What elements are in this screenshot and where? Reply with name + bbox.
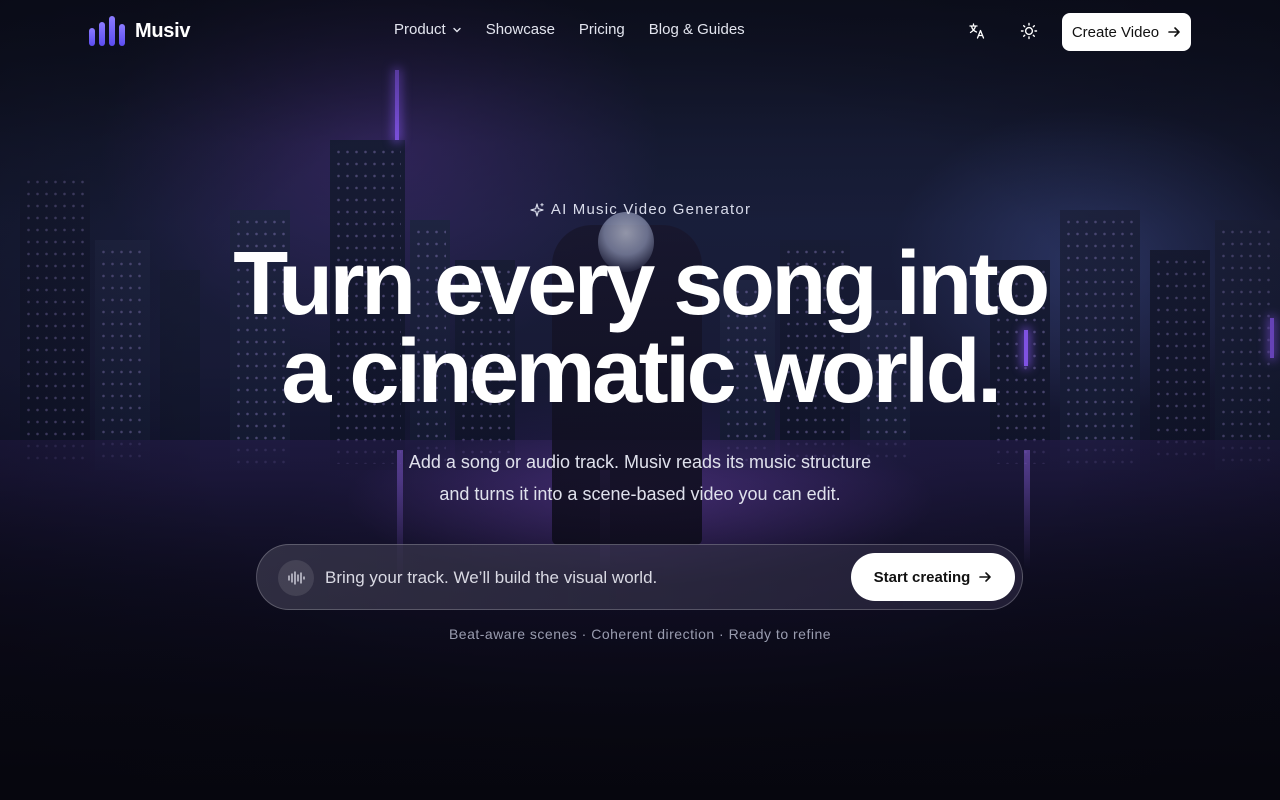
sun-icon [1020,22,1038,40]
start-creating-button[interactable]: Start creating [851,553,1015,601]
arrow-right-icon [1168,27,1180,37]
translate-icon [969,23,985,39]
nav-product-label: Product [394,21,446,38]
hero-subtitle: Add a song or audio track. Musiv reads i… [0,446,1280,510]
arrow-right-icon [979,572,992,582]
language-button[interactable] [966,20,988,42]
top-nav: Musiv Product Showcase Pricing Blog & Gu… [0,0,1280,62]
nav-pricing-link[interactable]: Pricing [579,21,625,38]
audio-upload-button[interactable] [278,560,314,596]
track-prompt-bar: Start creating [256,544,1023,610]
sparkle-icon [530,202,544,217]
brand-name: Musiv [135,19,191,42]
nav-blog-link[interactable]: Blog & Guides [649,21,745,38]
hero-badge: AI Music Video Generator [0,201,1280,218]
hero-headline-line-2: a cinematic world. [281,322,1002,422]
brand-logo[interactable]: Musiv [89,16,190,46]
audio-waveform-icon [288,571,305,585]
theme-toggle-button[interactable] [1018,20,1040,42]
hero-headline: Turn every song into a cinematic world. [0,234,1280,422]
feature-highlights: Beat-aware scenes · Coherent direction ·… [448,626,832,642]
nav-links: Product Showcase Pricing Blog & Guides [394,21,745,38]
nav-product-menu[interactable]: Product [394,21,462,38]
hero-badge-label: AI Music Video Generator [550,201,752,218]
track-prompt-input[interactable] [325,563,825,593]
hero-subtitle-line-2: and turns it into a scene-based video yo… [439,484,841,504]
logo-icon [89,16,125,46]
nav-showcase-link[interactable]: Showcase [486,21,555,38]
start-creating-label: Start creating [873,568,971,586]
hero-headline-line-1: Turn every song into [233,234,1050,334]
create-video-label: Create Video [1071,23,1160,41]
hero-subtitle-line-1: Add a song or audio track. Musiv reads i… [408,452,872,472]
chevron-down-icon [453,27,461,32]
create-video-button[interactable]: Create Video [1062,13,1191,51]
